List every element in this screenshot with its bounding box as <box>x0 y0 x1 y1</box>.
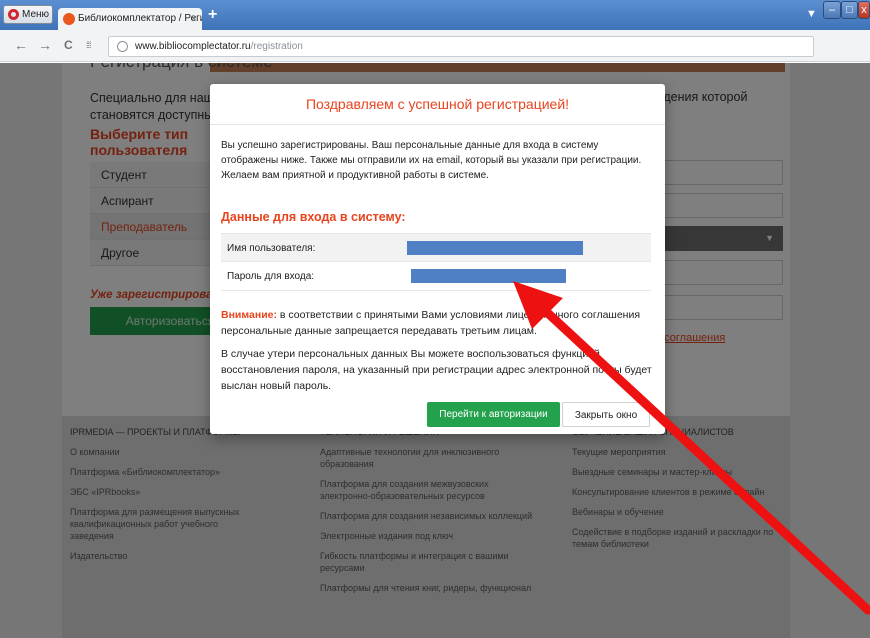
tab-menu-icon[interactable]: ▼ <box>806 8 817 20</box>
forward-icon[interactable]: → <box>38 37 52 53</box>
username-row: Имя пользователя: <box>221 233 651 262</box>
modal-title: Поздравляем с успешной регистрацией! <box>305 96 570 112</box>
maximize-window-button[interactable]: □ <box>841 1 858 19</box>
opera-logo-icon <box>8 9 19 20</box>
username-label: Имя пользователя: <box>227 243 316 254</box>
site-info-icon[interactable] <box>117 41 128 52</box>
back-icon[interactable]: ← <box>14 37 28 53</box>
modal-divider <box>210 124 665 125</box>
warning-body: в соответствии с принятыми Вами условиям… <box>221 309 641 337</box>
url-input[interactable]: www.bibliocomplectator.ru/registration <box>108 36 814 57</box>
go-to-authorization-button[interactable]: Перейти к авторизации <box>427 402 560 427</box>
username-value-redacted <box>407 241 583 255</box>
tab-title: Библиокомплектатор / Регис <box>78 13 202 24</box>
browser-titlebar: Меню Библиокомплектатор / Регис × + ▼ – … <box>0 0 870 30</box>
url-host: www.bibliocomplectator.ru <box>135 41 251 52</box>
password-value-redacted <box>411 269 566 283</box>
url-path: /registration <box>250 41 303 52</box>
close-window-modal-button[interactable]: Закрыть окно <box>562 402 650 427</box>
minimize-window-button[interactable]: – <box>823 1 841 19</box>
password-label: Пароль для входа: <box>227 271 315 282</box>
speed-dial-icon[interactable]: ⁞⁞⁞ <box>86 40 91 50</box>
screen: Меню Библиокомплектатор / Регис × + ▼ – … <box>0 0 870 638</box>
site-favicon-icon <box>63 13 75 25</box>
warning-text: Внимание: в соответствии с принятыми Вам… <box>221 307 661 339</box>
tab-close-icon[interactable]: × <box>191 8 197 30</box>
browser-tab[interactable]: Библиокомплектатор / Регис × <box>58 8 202 30</box>
browser-menu-button[interactable]: Меню <box>3 5 53 24</box>
modal-message: Вы успешно зарегистрированы. Ваш персона… <box>221 140 642 181</box>
login-data-heading: Данные для входа в систему: <box>221 210 406 224</box>
browser-menu-label: Меню <box>22 9 50 20</box>
new-tab-button[interactable]: + <box>208 6 217 24</box>
close-window-button[interactable]: x <box>858 1 870 19</box>
browser-address-bar: ← → C ⁞⁞⁞ www.bibliocomplectator.ru/regi… <box>0 30 870 82</box>
password-row: Пароль для входа: <box>221 262 651 291</box>
lost-data-text: В случае утери персональных данных Вы мо… <box>221 348 652 392</box>
warning-label: Внимание: <box>221 309 277 321</box>
registration-success-modal: Поздравляем с успешной регистрацией! Вы … <box>210 84 665 434</box>
reload-icon[interactable]: C <box>64 38 73 52</box>
